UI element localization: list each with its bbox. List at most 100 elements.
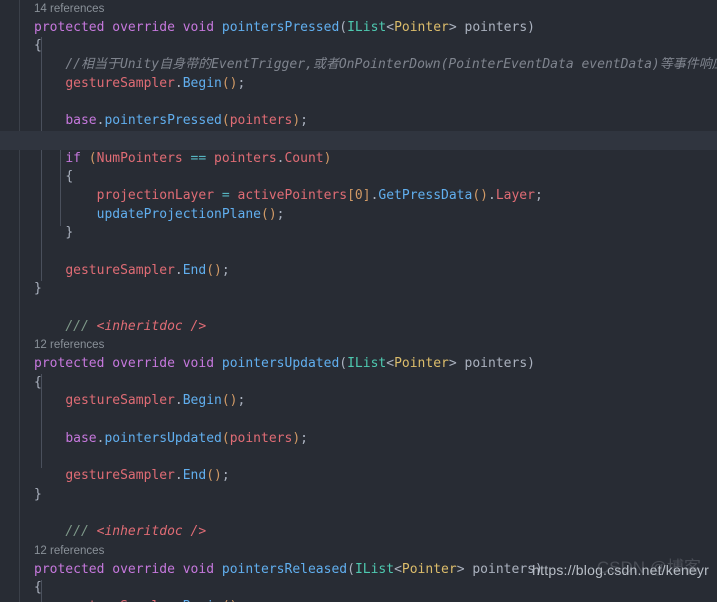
code-line-doc-inheritdoc-1[interactable]: /// <inheritdoc />: [0, 318, 717, 337]
code-line-current-highlight[interactable]: [0, 130, 717, 150]
semicolon: ;: [300, 430, 308, 446]
type-ilist: IList: [354, 561, 395, 577]
empty-parens: (): [221, 393, 238, 409]
keyword-void: void: [182, 19, 215, 35]
property-layer: Layer: [495, 187, 535, 203]
brace-open: {: [34, 580, 42, 596]
code-line-sampler-begin-3[interactable]: gestureSampler.Begin();: [0, 598, 717, 602]
type-ilist: IList: [347, 356, 387, 372]
code-line-base-pointers-pressed[interactable]: base.pointersPressed(pointers);: [0, 112, 717, 131]
code-line-method-close-brace[interactable]: }: [0, 486, 717, 505]
code-editor-viewport[interactable]: 14 references protected override void po…: [0, 0, 717, 602]
method-name-pointers-updated: pointersUpdated: [221, 356, 340, 372]
code-line-projection-layer-assign[interactable]: projectionLayer = activePointers[0]. GetP…: [0, 187, 717, 206]
paren-open: (: [347, 561, 355, 577]
angle-close: >: [456, 561, 465, 577]
index-literal-zero: 0: [354, 187, 363, 203]
operator-assign: =: [221, 187, 230, 203]
empty-parens: (): [206, 468, 222, 484]
field-gesture-sampler: gestureSampler: [65, 393, 175, 409]
code-line-if-close-brace[interactable]: }: [0, 224, 717, 243]
dot-operator: .: [174, 468, 183, 484]
codelens-references[interactable]: 14 references: [0, 0, 717, 19]
keyword-if: if: [65, 150, 81, 166]
keyword-protected: protected: [34, 561, 105, 577]
method-update-projection-plane: updateProjectionPlane: [96, 206, 261, 222]
empty-parens: (): [206, 262, 222, 278]
field-projection-layer: projectionLayer: [96, 187, 215, 203]
method-pointers-pressed-call: pointersPressed: [104, 113, 222, 129]
code-line-update-projection-plane[interactable]: updateProjectionPlane();: [0, 206, 717, 225]
param-pointers: pointers: [464, 356, 528, 372]
code-line-blank[interactable]: [0, 411, 717, 430]
paren-open: (: [339, 19, 348, 35]
field-gesture-sampler: gestureSampler: [65, 262, 175, 278]
code-line-if-condition[interactable]: if (NumPointers == pointers.Count): [0, 150, 717, 169]
keyword-void: void: [182, 561, 215, 577]
code-line-sampler-end-1[interactable]: gestureSampler.End();: [0, 262, 717, 281]
keyword-override: override: [112, 561, 175, 577]
keyword-base: base: [65, 430, 97, 446]
paren-close: ): [534, 561, 543, 577]
empty-parens: (): [221, 75, 238, 91]
code-line-blank[interactable]: [0, 299, 717, 318]
code-line-signature-pointers-released[interactable]: protected override void pointersReleased…: [0, 561, 717, 580]
brace-open: {: [34, 374, 42, 390]
code-line-blank[interactable]: [0, 505, 717, 524]
code-line-comment-chinese[interactable]: //相当于Unity自身带的EventTrigger,或者OnPointerDo…: [0, 56, 717, 75]
code-line-blank[interactable]: [0, 93, 717, 112]
code-line-sampler-begin-1[interactable]: gestureSampler.Begin();: [0, 75, 717, 94]
code-line-open-brace[interactable]: {: [0, 374, 717, 393]
semicolon: ;: [221, 262, 230, 278]
code-line-signature-pointers-pressed[interactable]: protected override void pointersPressed(…: [0, 19, 717, 38]
paren-close: ): [292, 430, 301, 446]
comment-text: //相当于Unity自身带的EventTrigger,或者OnPointerDo…: [65, 57, 717, 73]
method-end: End: [182, 262, 207, 278]
collection-active-pointers: activePointers: [237, 187, 348, 203]
keyword-protected: protected: [34, 19, 105, 35]
semicolon: ;: [534, 187, 543, 203]
paren-close: ): [323, 150, 332, 166]
semicolon: ;: [237, 75, 246, 91]
code-line-open-brace[interactable]: {: [0, 37, 717, 56]
code-line-blank[interactable]: [0, 449, 717, 468]
paren-close: ): [292, 113, 301, 129]
keyword-override: override: [112, 356, 175, 372]
code-line-if-open-brace[interactable]: {: [0, 168, 717, 187]
code-line-doc-inheritdoc-2[interactable]: /// <inheritdoc />: [0, 523, 717, 542]
generic-arg-pointer: Pointer: [401, 561, 457, 577]
code-line-base-pointers-updated[interactable]: base.pointersUpdated(pointers);: [0, 430, 717, 449]
semicolon: ;: [237, 393, 246, 409]
code-line-signature-pointers-updated[interactable]: protected override void pointersUpdated(…: [0, 355, 717, 374]
param-pointers: pointers: [472, 561, 535, 577]
codelens-references[interactable]: 12 references: [0, 336, 717, 355]
semicolon: ;: [300, 113, 308, 129]
dot-operator: .: [174, 75, 183, 91]
angle-close: >: [448, 356, 457, 372]
code-line-open-brace[interactable]: {: [0, 579, 717, 598]
paren-open: (: [221, 430, 230, 446]
code-line-method-close-brace[interactable]: }: [0, 280, 717, 299]
angle-open: <: [386, 356, 395, 372]
angle-close: >: [448, 19, 457, 35]
doc-tag-inheritdoc: <inheritdoc />: [96, 524, 207, 540]
code-line-blank[interactable]: [0, 243, 717, 262]
generic-arg-pointer: Pointer: [394, 356, 449, 372]
dot-operator: .: [174, 262, 183, 278]
code-content[interactable]: 14 references protected override void po…: [0, 0, 717, 602]
code-line-sampler-begin-2[interactable]: gestureSampler.Begin();: [0, 392, 717, 411]
code-line-sampler-end-2[interactable]: gestureSampler.End();: [0, 467, 717, 486]
keyword-void: void: [182, 356, 215, 372]
doc-tag-inheritdoc: <inheritdoc />: [96, 318, 207, 334]
keyword-protected: protected: [34, 356, 105, 372]
codelens-references[interactable]: 12 references: [0, 542, 717, 561]
arg-pointers: pointers: [229, 113, 293, 129]
operator-equality: ==: [190, 150, 207, 166]
paren-close: ): [527, 356, 535, 372]
dot-operator: .: [174, 393, 183, 409]
doc-comment-slashes: ///: [65, 524, 89, 540]
arg-pointers: pointers: [229, 430, 293, 446]
paren-open: (: [88, 150, 97, 166]
semicolon: ;: [221, 468, 230, 484]
field-gesture-sampler: gestureSampler: [65, 75, 175, 91]
